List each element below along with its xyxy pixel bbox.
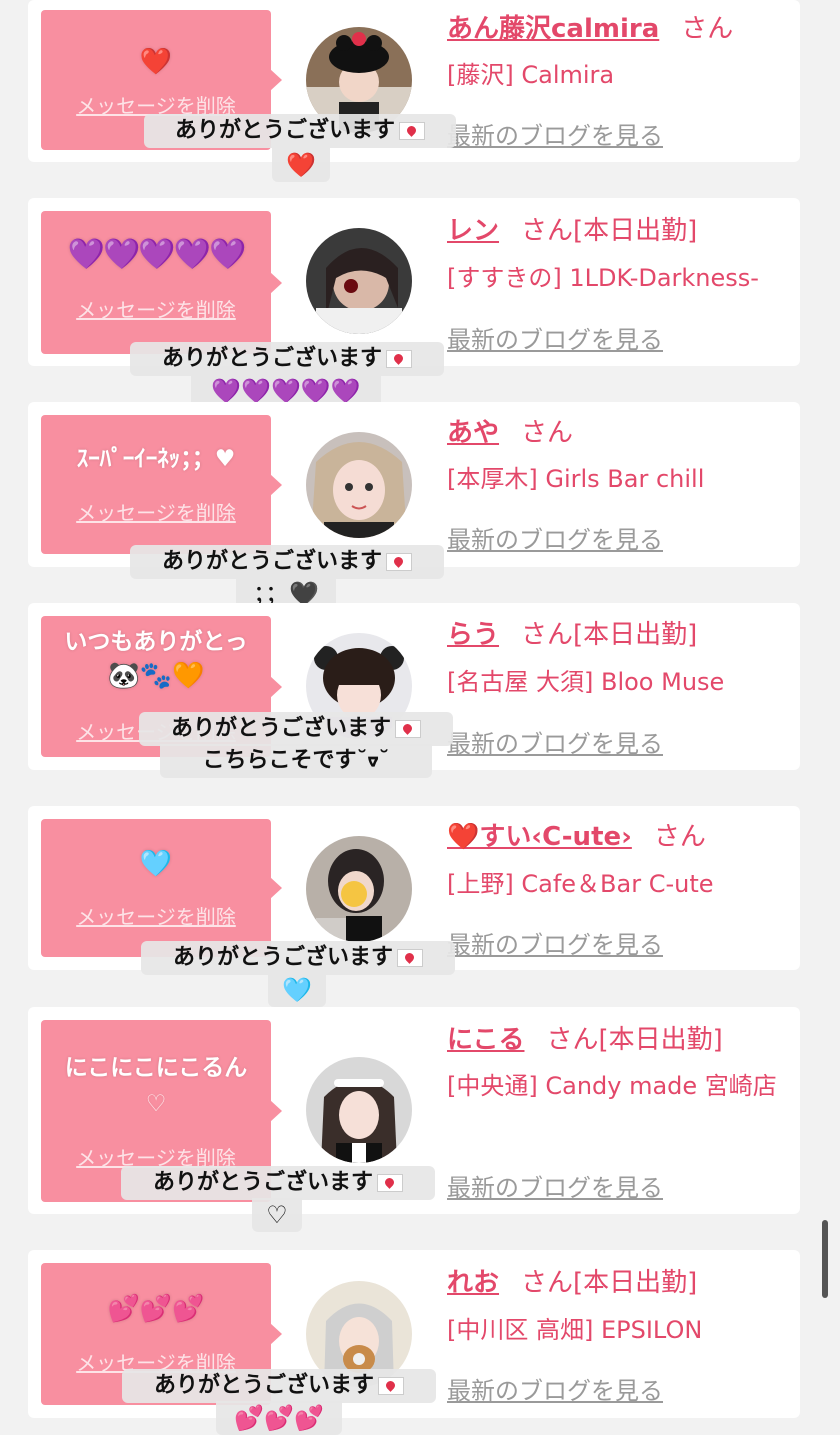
name-row: れお さん[本日出勤] (447, 1266, 800, 1300)
blog-link[interactable]: 最新のブログを見る (447, 320, 663, 355)
bubble-message: ｽｰﾊﾟｰｲｰﾈｯ；；♥ (76, 446, 236, 472)
honorific: さん (546, 1025, 599, 1055)
reply-message: ありがとうございます (121, 1166, 435, 1200)
cast-name-link[interactable]: レン (447, 216, 499, 246)
envelope-heart-icon (395, 720, 421, 738)
shop-label: [本厚木] Girls Bar chill (447, 465, 705, 493)
blog-link[interactable]: 最新のブログを見る (447, 724, 663, 759)
reply-text: ありがとうございます (174, 118, 395, 143)
honorific: さん (681, 14, 734, 44)
envelope-heart-icon (397, 949, 423, 967)
bubble-message: にこにこにこるん (64, 1055, 248, 1081)
envelope-heart-icon (386, 553, 412, 571)
bubble-message: いつもありがとっ (64, 629, 248, 655)
bubble-message: 💜💜💜💜💜 (67, 237, 247, 272)
bubble-message: 🩵 (139, 849, 173, 879)
delete-message-link[interactable]: メッセージを削除 (41, 294, 271, 323)
cast-name-link[interactable]: にこる (447, 1025, 524, 1055)
shop-label: [中川区 高畑] EPSILON (447, 1316, 703, 1344)
reply-message: ありがとうございます (144, 114, 456, 148)
blog-link[interactable]: 最新のブログを見る (447, 925, 663, 960)
today-badge: [本日出勤] (573, 1268, 698, 1298)
today-badge: [本日出勤] (573, 216, 698, 246)
today-badge: [本日出勤] (573, 620, 698, 650)
reply-extra: ❤️ (272, 148, 330, 182)
reply-text: ありがとうございます (153, 1373, 374, 1398)
blog-link[interactable]: 最新のブログを見る (447, 1168, 663, 1203)
name-row: らう さん[本日出勤] (447, 618, 800, 652)
reply-extra: 💕💕💕 (216, 1401, 342, 1435)
blog-link[interactable]: 最新のブログを見る (447, 520, 663, 555)
scrollbar[interactable] (822, 1220, 828, 1298)
reply-message: ありがとうございます (122, 1369, 436, 1403)
bubble-message: ❤️ (139, 47, 173, 77)
reply-extra: こちらこそです˘ᢦ˘ (160, 744, 432, 778)
honorific: さん (521, 1268, 574, 1298)
reply-text: ありがとうございます (161, 346, 382, 371)
reply-text: ありがとうございます (161, 549, 382, 574)
cast-name-link[interactable]: らう (447, 620, 499, 650)
name-row: レン さん[本日出勤] (447, 214, 800, 248)
cast-name-link[interactable]: あや (447, 418, 499, 448)
honorific: さん (653, 822, 706, 852)
reply-text: ありがとうございます (170, 716, 391, 741)
cast-name-link[interactable]: ❤️すい‹C-ute› (447, 822, 632, 852)
name-row: ❤️すい‹C-ute› さん (447, 820, 800, 854)
reply-text: ありがとうございます (172, 945, 393, 970)
envelope-heart-icon (377, 1174, 403, 1192)
honorific: さん (521, 418, 574, 448)
blog-link[interactable]: 最新のブログを見る (447, 116, 663, 151)
reply-message: ありがとうございます (141, 941, 455, 975)
reply-message: ありがとうございます (130, 545, 444, 579)
bubble-message-line2: ♡ (145, 1091, 167, 1117)
cast-name-link[interactable]: あん藤沢calmira (447, 14, 659, 44)
reply-text: ありがとうございます (152, 1170, 373, 1195)
shop-label: [中央通] Candy made 宮崎店 (447, 1072, 777, 1100)
honorific: さん (521, 620, 574, 650)
cast-name-link[interactable]: れお (447, 1268, 499, 1298)
honorific: さん (521, 216, 574, 246)
reply-extra: ♡ (252, 1198, 302, 1232)
reply-message: ありがとうございます (139, 712, 453, 746)
name-row: にこる さん[本日出勤] (447, 1023, 800, 1057)
blog-link[interactable]: 最新のブログを見る (447, 1371, 663, 1406)
shop-label: [藤沢] Calmira (447, 61, 615, 89)
delete-message-link[interactable]: メッセージを削除 (41, 901, 271, 930)
envelope-heart-icon (378, 1377, 404, 1395)
name-row: あん藤沢calmira さん (447, 12, 800, 46)
avatar[interactable] (306, 432, 412, 538)
message-bubble: ｽｰﾊﾟｰｲｰﾈｯ；；♥ メッセージを削除 (41, 415, 282, 554)
message-bubble: 💜💜💜💜💜 メッセージを削除 (41, 211, 282, 354)
message-bubble: 🩵 メッセージを削除 (41, 819, 282, 957)
reply-message: ありがとうございます (130, 342, 444, 376)
avatar[interactable] (306, 1057, 412, 1163)
reply-extra: 🩵 (268, 973, 326, 1007)
delete-message-link[interactable]: メッセージを削除 (41, 497, 271, 526)
shop-label: [名古屋 大須] Bloo Muse (447, 668, 725, 696)
avatar[interactable] (306, 228, 412, 334)
today-badge: [本日出勤] (598, 1025, 723, 1055)
shop-label: [すすきの] 1LDK-Darkness- (447, 264, 759, 292)
bubble-message: 💕💕💕 (107, 1294, 205, 1324)
envelope-heart-icon (386, 350, 412, 368)
avatar[interactable] (306, 836, 412, 942)
shop-label: [上野] Cafe＆Bar C-ute (447, 870, 714, 898)
envelope-heart-icon (399, 122, 425, 140)
name-row: あや さん (447, 416, 800, 450)
bubble-message-line2: 🐼🐾🧡 (107, 661, 205, 691)
